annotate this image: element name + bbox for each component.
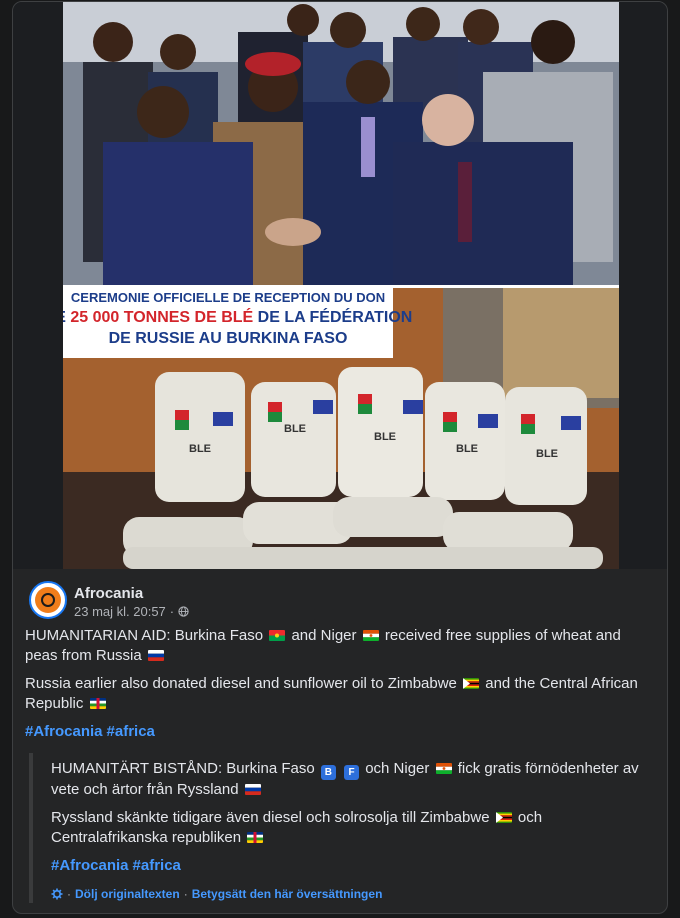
hide-original-link[interactable]: Dölj originaltexten — [75, 884, 180, 904]
niger-flag-icon — [435, 763, 452, 774]
gear-icon[interactable] — [51, 888, 63, 900]
logo-icon — [41, 593, 55, 607]
translation-footer: · Dölj originaltexten · Betygsätt den hä… — [51, 884, 649, 904]
p2-text-a: Russia earlier also donated diesel and s… — [25, 675, 457, 692]
russia-flag-icon — [147, 650, 164, 661]
avatar-logo — [35, 587, 61, 613]
central-african-republic-flag-icon — [247, 832, 264, 843]
post-hashtags: #Afrocania #africa — [25, 722, 651, 742]
rate-translation-link[interactable]: Betygsätt den här översättningen — [192, 884, 383, 904]
author-name[interactable]: Afrocania — [74, 585, 143, 602]
banner-line-2-c: DE LA FÉDÉRATION — [253, 307, 412, 326]
sack-3: BLE — [338, 367, 423, 497]
p1-text-b: and Niger — [291, 627, 357, 644]
niger-flag-icon — [362, 630, 379, 641]
letter-f-icon: F — [344, 765, 360, 780]
central-african-republic-flag-icon — [89, 698, 106, 709]
sack-5: BLE — [505, 387, 587, 505]
letter-b-icon: B — [320, 765, 336, 780]
sack-1: BLE — [155, 372, 245, 502]
zimbabwe-flag-icon — [463, 678, 480, 689]
translation-paragraph-1: HUMANITÄRT BISTÅND: Burkina Faso B F och… — [51, 759, 649, 800]
post-card: CEREMONIE OFFICIELLE DE RECEPTION DU DON… — [12, 1, 668, 914]
timestamp[interactable]: 23 maj kl. 20:57 — [74, 604, 166, 619]
meta-separator: · — [169, 604, 175, 619]
banner-line-3: DE RUSSIE AU BURKINA FASO — [109, 330, 348, 347]
hashtag-afrocania[interactable]: #Afrocania — [25, 723, 103, 740]
post-body: HUMANITARIAN AID: Burkina Faso and Niger… — [25, 626, 651, 750]
banner-line-2-b: 25 000 TONNES DE BLÉ — [70, 307, 253, 326]
tr-p1-text-a: HUMANITÄRT BISTÅND: Burkina Faso — [51, 760, 315, 777]
tr-hashtag-africa[interactable]: #africa — [133, 857, 181, 874]
sack-5-label: BLE — [536, 448, 558, 460]
post-paragraph-1: HUMANITARIAN AID: Burkina Faso and Niger… — [25, 626, 651, 666]
avatar[interactable] — [29, 581, 67, 619]
tr-hashtag-afrocania[interactable]: #Afrocania — [51, 857, 129, 874]
post-meta: 23 maj kl. 20:57 · — [74, 604, 189, 619]
post-paragraph-2: Russia earlier also donated diesel and s… — [25, 674, 651, 714]
zimbabwe-flag-icon — [495, 812, 512, 823]
globe-icon[interactable] — [178, 606, 189, 617]
post-media[interactable]: CEREMONIE OFFICIELLE DE RECEPTION DU DON… — [13, 2, 667, 569]
tr-p1-text-b: och Niger — [365, 760, 430, 777]
sack-1-label: BLE — [189, 443, 211, 455]
p1-text-a: HUMANITARIAN AID: Burkina Faso — [25, 627, 264, 644]
burkina-faso-flag-icon — [269, 630, 286, 641]
sack-4: BLE — [425, 382, 505, 500]
footer-separator: · — [183, 887, 188, 901]
translation-block: HUMANITÄRT BISTÅND: Burkina Faso B F och… — [29, 753, 649, 903]
photo-illustration: CEREMONIE OFFICIELLE DE RECEPTION DU DON… — [63, 2, 619, 569]
russia-flag-icon — [244, 784, 261, 795]
sack-4-label: BLE — [456, 443, 478, 455]
footer-separator: · — [67, 887, 71, 901]
hashtag-africa[interactable]: #africa — [107, 723, 155, 740]
tr-p2-text-a: Ryssland skänkte tidigare även diesel oc… — [51, 809, 490, 826]
translation-hashtags: #Afrocania #africa — [51, 856, 649, 876]
sack-2-label: BLE — [284, 423, 306, 435]
banner-line-2: DE 25 000 TONNES DE BLÉ DE LA FÉDÉRATION — [63, 307, 412, 326]
sack-2: BLE — [251, 382, 336, 497]
banner-line-2-a: DE — [63, 309, 70, 326]
sack-3-label: BLE — [374, 431, 396, 443]
translation-paragraph-2: Ryssland skänkte tidigare även diesel oc… — [51, 808, 649, 848]
post-photo[interactable]: CEREMONIE OFFICIELLE DE RECEPTION DU DON… — [63, 2, 619, 569]
banner-line-1: CEREMONIE OFFICIELLE DE RECEPTION DU DON — [71, 290, 385, 305]
